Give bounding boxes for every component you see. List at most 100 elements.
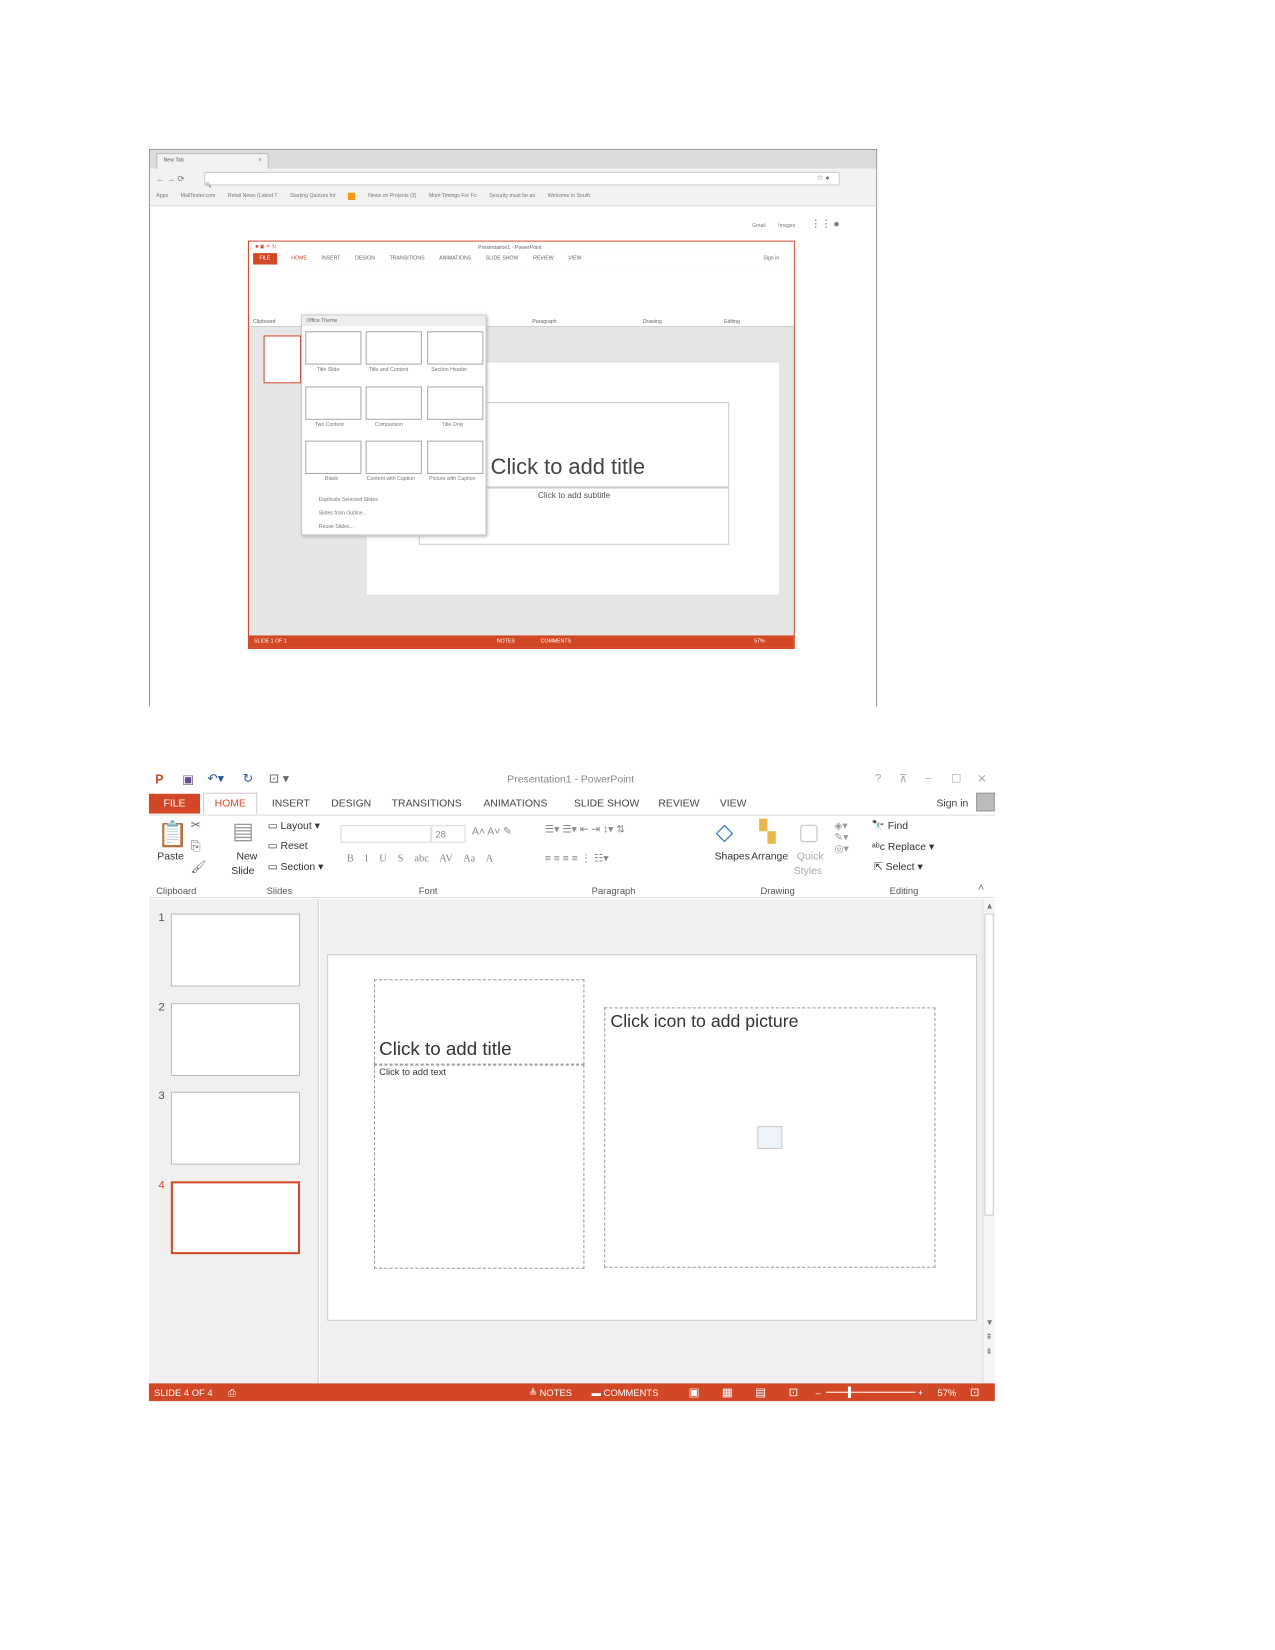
scrollbar-thumb[interactable]: [984, 913, 994, 1216]
slide-thumbnail-3[interactable]: [170, 1091, 301, 1165]
text-placeholder[interactable]: Click to add text: [373, 1064, 585, 1269]
vertical-scrollbar[interactable]: ▲ ▼ ⇞ ⇟: [982, 898, 995, 1384]
close-icon[interactable]: ×: [258, 157, 261, 163]
next-slide-icon[interactable]: ⇟: [985, 1347, 992, 1356]
tab-slide-show[interactable]: SLIDE SHOW: [574, 798, 639, 809]
font-format-buttons[interactable]: B I U S abc AV Aa A: [347, 853, 493, 864]
layout-two-content[interactable]: [305, 386, 362, 420]
normal-view-icon[interactable]: ▣: [689, 1385, 700, 1400]
bookmark[interactable]: Starting Quizzes for: [290, 193, 336, 202]
comments-button[interactable]: COMMENTS: [541, 639, 571, 645]
tab-transitions[interactable]: TRANSITIONS: [392, 798, 462, 809]
tab-home[interactable]: HOME: [203, 792, 258, 815]
tab-insert[interactable]: INSERT: [272, 798, 310, 809]
scroll-up-icon[interactable]: ▲: [985, 901, 993, 910]
tab-review[interactable]: REVIEW: [658, 798, 699, 809]
copy-icon[interactable]: ⎘: [191, 839, 201, 855]
find-button[interactable]: 🔭 Find: [872, 821, 908, 832]
shapes-button[interactable]: Shapes: [715, 851, 750, 862]
layout-blank[interactable]: [305, 440, 362, 474]
tab-transitions[interactable]: TRANSITIONS: [390, 253, 425, 264]
bookmark[interactable]: News on Projects (3): [368, 193, 416, 202]
cut-icon[interactable]: ✂: [191, 818, 201, 833]
tab-review[interactable]: REVIEW: [533, 253, 554, 264]
title-placeholder[interactable]: Click to add title: [373, 979, 585, 1065]
notes-button[interactable]: NOTES: [497, 639, 515, 645]
bookmark[interactable]: Mom Timings For Fo: [429, 193, 477, 202]
save-icon[interactable]: ▣: [182, 772, 194, 787]
slide-show-icon[interactable]: ⊡: [789, 1385, 799, 1400]
fit-to-window-icon[interactable]: ⊡: [970, 1385, 980, 1400]
shape-fill-outline-effects-icons[interactable]: ◈▾ ✎▾ ◎▾: [834, 821, 848, 855]
zoom-slider-thumb[interactable]: [848, 1386, 852, 1398]
bookmark[interactable]: Retail News (Latest T: [228, 193, 278, 202]
select-button[interactable]: ⇱ Select ▾: [874, 861, 923, 872]
tab-view[interactable]: VIEW: [568, 253, 581, 264]
tab-insert[interactable]: INSERT: [321, 253, 340, 264]
alignment-icons[interactable]: ≡ ≡ ≡ ≡ ⋮ ☷▾: [545, 853, 609, 864]
tab-slide-show[interactable]: SLIDE SHOW: [486, 253, 519, 264]
quick-styles-icon[interactable]: ▢: [798, 819, 820, 846]
slide-thumbnail-1[interactable]: [263, 335, 302, 384]
layout-button[interactable]: ▭ Layout ▾: [268, 821, 320, 832]
menu-duplicate-slides[interactable]: Duplicate Selected Slides: [319, 497, 378, 503]
undo-icon[interactable]: ↶▾: [207, 771, 224, 786]
layout-picture-caption[interactable]: [427, 440, 484, 474]
bookmark[interactable]: Welcome to South: [548, 193, 590, 202]
layout-title-slide[interactable]: [305, 331, 362, 365]
layout-content-caption[interactable]: [365, 440, 422, 474]
font-grow-shrink-icons[interactable]: A˄ A˅ ✎: [472, 826, 512, 837]
arrange-button[interactable]: Arrange: [751, 851, 788, 862]
nav-icons[interactable]: ← → ⟳: [156, 174, 184, 183]
slide-canvas[interactable]: Click to add title Click to add text Cli…: [327, 954, 978, 1321]
arrange-icon[interactable]: ▚: [759, 819, 775, 845]
bookmark[interactable]: MailTester.com: [181, 193, 216, 202]
sign-in[interactable]: Sign in: [763, 253, 779, 264]
tab-animations[interactable]: ANIMATIONS: [439, 253, 471, 264]
menu-slides-from-outline[interactable]: Slides from Outline...: [319, 510, 367, 516]
shapes-icon[interactable]: ◇: [716, 819, 734, 846]
new-slide-button[interactable]: New: [236, 851, 257, 862]
format-painter-icon[interactable]: 🖌: [191, 859, 207, 874]
tab-animations[interactable]: ANIMATIONS: [483, 798, 547, 809]
slide-thumbnail-4-selected[interactable]: [170, 1181, 301, 1255]
layout-section-header[interactable]: [427, 331, 484, 365]
layout-title-content[interactable]: [365, 331, 422, 365]
menu-reuse-slides[interactable]: Reuse Slides...: [319, 524, 354, 530]
zoom-level[interactable]: 57%: [938, 1388, 957, 1398]
list-indent-icons[interactable]: ☰▾ ☰▾ ⇤ ⇥ ↕▾ ⇅: [545, 824, 625, 835]
browser-tab[interactable]: New Tab ×: [156, 153, 269, 169]
account-icon[interactable]: ●: [833, 219, 839, 230]
close-icon[interactable]: ✕: [977, 772, 987, 786]
gmail-link[interactable]: Gmail: [752, 223, 766, 229]
tab-view[interactable]: VIEW: [720, 798, 747, 809]
tab-design[interactable]: DESIGN: [355, 253, 375, 264]
star-icon[interactable]: ☆ ●: [817, 174, 830, 182]
bookmark[interactable]: Apps: [156, 193, 168, 202]
bookmark-icon[interactable]: [348, 192, 356, 201]
slide-thumbnail-2[interactable]: [170, 1003, 301, 1077]
zoom-out-button[interactable]: –: [816, 1388, 821, 1398]
tab-file[interactable]: FILE: [148, 793, 201, 814]
slide-thumbnail-1[interactable]: [170, 913, 301, 987]
maximize-icon[interactable]: ☐: [951, 772, 961, 786]
paste-icon[interactable]: 📋: [157, 820, 188, 850]
paste-button[interactable]: Paste: [157, 851, 184, 862]
tab-file[interactable]: FILE: [253, 253, 277, 265]
replace-button[interactable]: ᵃᵇc Replace ▾: [872, 842, 934, 853]
sign-in-link[interactable]: Sign in: [936, 798, 968, 809]
previous-slide-icon[interactable]: ⇞: [985, 1332, 992, 1341]
font-name-select[interactable]: [340, 825, 432, 843]
tab-home[interactable]: HOME: [291, 253, 307, 264]
spell-check-icon[interactable]: ⎙: [228, 1388, 236, 1399]
tab-design[interactable]: DESIGN: [331, 798, 371, 809]
images-link[interactable]: Images: [778, 223, 795, 229]
new-slide-icon[interactable]: ▤: [232, 818, 254, 845]
minimize-icon[interactable]: –: [925, 772, 931, 785]
notes-button[interactable]: ≜ NOTES: [529, 1388, 572, 1399]
collapse-ribbon-icon[interactable]: ˄: [978, 882, 984, 893]
reset-button[interactable]: ▭ Reset: [268, 841, 308, 852]
address-bar[interactable]: 🔍: [204, 171, 840, 189]
layout-title-only[interactable]: [427, 386, 484, 420]
scroll-down-icon[interactable]: ▼: [985, 1318, 993, 1327]
